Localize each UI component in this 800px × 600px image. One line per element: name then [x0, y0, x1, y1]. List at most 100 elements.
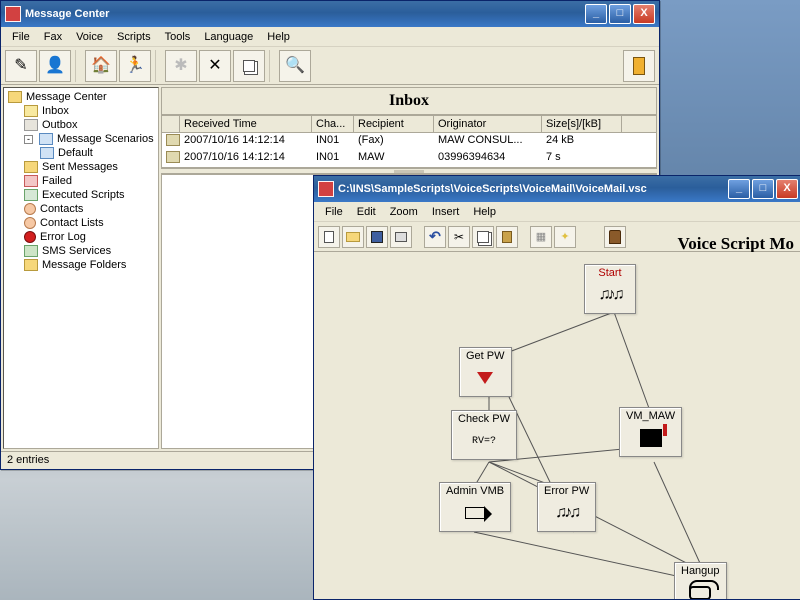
music-icon: ♫♪♫	[548, 499, 586, 527]
megaphone-icon	[456, 499, 494, 527]
scenario-icon	[39, 133, 53, 145]
col-received[interactable]: Received Time	[180, 116, 312, 132]
app-icon	[318, 181, 334, 197]
menu-language[interactable]: Language	[197, 29, 260, 45]
node-vm-maw[interactable]: VM_MAW	[619, 407, 682, 457]
save-icon[interactable]	[366, 226, 388, 248]
failed-icon	[24, 175, 38, 187]
undo-icon[interactable]: ↶	[424, 226, 446, 248]
tree-scenarios[interactable]: -Message Scenarios	[6, 132, 156, 146]
menu-fax[interactable]: Fax	[37, 29, 69, 45]
message-list: Received Time Cha... Recipient Originato…	[161, 115, 657, 168]
voice-item-icon	[166, 151, 180, 163]
folder-tree[interactable]: Message Center Inbox Outbox -Message Sce…	[3, 87, 159, 449]
collapse-icon[interactable]: -	[24, 135, 33, 144]
menu-help[interactable]: Help	[260, 29, 297, 45]
menubar: File Edit Zoom Insert Help	[314, 202, 800, 222]
cut-icon[interactable]: ✂	[448, 226, 470, 248]
titlebar[interactable]: Message Center _ □ X	[1, 1, 659, 27]
list-row[interactable]: 2007/10/16 14:12:14 IN01 MAW 03996394634…	[162, 150, 656, 167]
music-icon: ♫♪♫	[591, 281, 629, 309]
menubar: File Fax Voice Scripts Tools Language He…	[1, 27, 659, 47]
tree-sent[interactable]: Sent Messages	[6, 160, 156, 174]
tree-executed[interactable]: Executed Scripts	[6, 188, 156, 202]
tool-copy-icon[interactable]	[233, 50, 265, 82]
node-get-pw[interactable]: Get PW	[459, 347, 512, 397]
tool-user-icon[interactable]: 👤	[39, 50, 71, 82]
node-start[interactable]: Start ♫♪♫	[584, 264, 636, 314]
list-header[interactable]: Received Time Cha... Recipient Originato…	[162, 116, 656, 133]
tree-contact-lists[interactable]: Contact Lists	[6, 216, 156, 230]
voice-script-window: C:\INS\SampleScripts\VoiceScripts\VoiceM…	[313, 175, 800, 600]
tree-root[interactable]: Message Center	[6, 90, 156, 104]
col-originator[interactable]: Originator	[434, 116, 542, 132]
list-row[interactable]: 2007/10/16 14:12:14 IN01 (Fax) MAW CONSU…	[162, 133, 656, 150]
tool-mic-icon[interactable]: 🔍	[279, 50, 311, 82]
menu-file[interactable]: File	[5, 29, 37, 45]
script-canvas[interactable]: Start ♫♪♫ Get PW Check PW RV=? VM_MAW Ad…	[314, 252, 800, 599]
phone-icon	[681, 579, 719, 599]
menu-voice[interactable]: Voice	[69, 29, 110, 45]
menu-help[interactable]: Help	[466, 204, 503, 220]
node-check-pw[interactable]: Check PW RV=?	[451, 410, 517, 460]
menu-edit[interactable]: Edit	[350, 204, 383, 220]
tool-flag-icon[interactable]: ✱	[165, 50, 197, 82]
menu-tools[interactable]: Tools	[158, 29, 198, 45]
maximize-button[interactable]: □	[752, 179, 774, 199]
tool-a-icon[interactable]: ▦	[530, 226, 552, 248]
node-admin-vmb[interactable]: Admin VMB	[439, 482, 511, 532]
maximize-button[interactable]: □	[609, 4, 631, 24]
open-icon[interactable]	[342, 226, 364, 248]
node-error-pw[interactable]: Error PW ♫♪♫	[537, 482, 596, 532]
folder-icon	[24, 259, 38, 271]
outbox-icon	[24, 119, 38, 131]
tree-msg-folders[interactable]: Message Folders	[6, 258, 156, 272]
tool-delete-icon[interactable]: ✕	[199, 50, 231, 82]
tree-outbox[interactable]: Outbox	[6, 118, 156, 132]
executed-icon	[24, 189, 38, 201]
tool-send-icon[interactable]: 🏠	[85, 50, 117, 82]
minimize-button[interactable]: _	[585, 4, 607, 24]
clipboard-icon[interactable]	[604, 226, 626, 248]
copy-icon[interactable]	[472, 226, 494, 248]
branch-icon: RV=?	[465, 427, 503, 455]
menu-zoom[interactable]: Zoom	[383, 204, 425, 220]
close-button[interactable]: X	[776, 179, 798, 199]
tree-failed[interactable]: Failed	[6, 174, 156, 188]
menu-scripts[interactable]: Scripts	[110, 29, 158, 45]
tree-sms[interactable]: SMS Services	[6, 244, 156, 258]
titlebar[interactable]: C:\INS\SampleScripts\VoiceScripts\VoiceM…	[314, 176, 800, 202]
scenario-icon	[40, 147, 54, 159]
window-title: Message Center	[25, 8, 109, 20]
tool-b-icon[interactable]: ✦	[554, 226, 576, 248]
paste-icon[interactable]	[496, 226, 518, 248]
new-icon[interactable]	[318, 226, 340, 248]
col-channel[interactable]: Cha...	[312, 116, 354, 132]
col-size[interactable]: Size[s]/[kB]	[542, 116, 622, 132]
list-title: Inbox	[161, 87, 657, 115]
tree-error-log[interactable]: Error Log	[6, 230, 156, 244]
tree-inbox[interactable]: Inbox	[6, 104, 156, 118]
menu-file[interactable]: File	[318, 204, 350, 220]
contact-icon	[24, 203, 36, 215]
tool-run-icon[interactable]: 🏃	[119, 50, 151, 82]
fax-item-icon	[166, 134, 180, 146]
contact-icon	[24, 217, 36, 229]
folder-icon	[24, 161, 38, 173]
tool-compose-icon[interactable]: ✎	[5, 50, 37, 82]
menu-insert[interactable]: Insert	[425, 204, 467, 220]
minimize-button[interactable]: _	[728, 179, 750, 199]
inbox-icon	[24, 105, 38, 117]
tree-default[interactable]: Default	[6, 146, 156, 160]
mailbox-icon	[632, 424, 670, 452]
tree-contacts[interactable]: Contacts	[6, 202, 156, 216]
toolbar: ✎ 👤 🏠 🏃 ✱ ✕ 🔍	[1, 47, 659, 85]
print-icon[interactable]	[390, 226, 412, 248]
tool-exit-icon[interactable]	[623, 50, 655, 82]
error-icon	[24, 231, 36, 243]
record-icon	[466, 364, 504, 392]
close-button[interactable]: X	[633, 4, 655, 24]
app-icon	[5, 6, 21, 22]
node-hangup[interactable]: Hangup	[674, 562, 727, 599]
col-recipient[interactable]: Recipient	[354, 116, 434, 132]
